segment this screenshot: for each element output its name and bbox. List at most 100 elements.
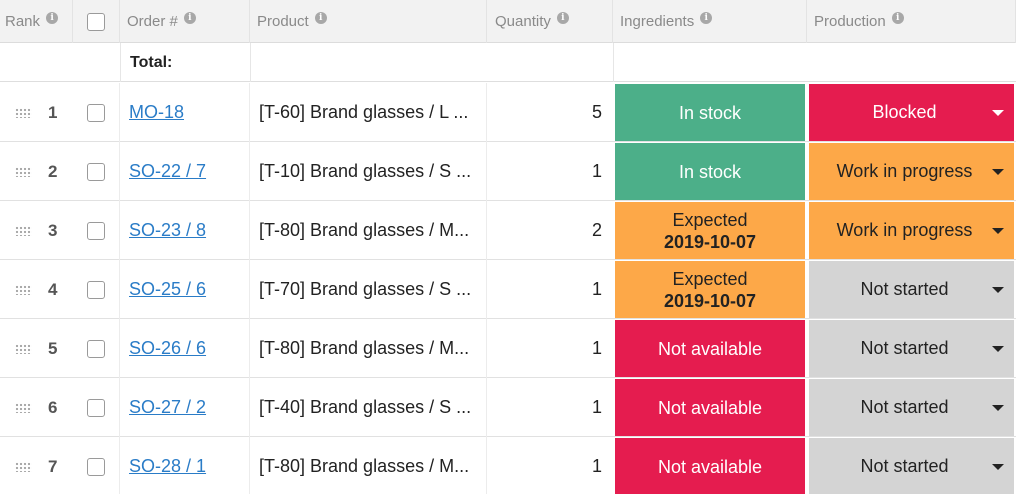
row-checkbox[interactable]: [87, 162, 105, 181]
info-icon[interactable]: i: [556, 11, 569, 24]
ingredients-status-badge[interactable]: Expected 2019-10-07: [615, 261, 805, 318]
drag-handle-icon[interactable]: [15, 284, 32, 295]
info-icon[interactable]: i: [314, 11, 327, 24]
order-link[interactable]: MO-18: [129, 102, 184, 123]
caret-down-icon[interactable]: [992, 228, 1004, 234]
column-header-production[interactable]: Production i: [807, 0, 1016, 43]
column-header-production-label: Production: [814, 13, 886, 30]
info-icon[interactable]: i: [46, 11, 59, 24]
ingredients-status-badge[interactable]: Not available: [615, 320, 805, 377]
rank-cell: 2: [0, 142, 73, 201]
rank-cell: 6: [0, 378, 73, 437]
caret-down-icon[interactable]: [992, 110, 1004, 116]
column-header-ingredients-label: Ingredients: [620, 13, 695, 30]
table-row[interactable]: 6 SO-27 / 2 [T-40] Brand glasses / S ... 1 N…: [0, 378, 1016, 437]
production-status-text: Work in progress: [836, 220, 973, 240]
column-header-ingredients[interactable]: Ingredients i: [613, 0, 807, 43]
caret-down-icon[interactable]: [992, 346, 1004, 352]
production-cell: Blocked: [807, 83, 1016, 142]
quantity-cell: 1: [591, 279, 602, 299]
order-cell: SO-25 / 6: [120, 260, 250, 319]
info-icon[interactable]: i: [183, 11, 196, 24]
ingredients-status-badge[interactable]: In stock: [615, 143, 805, 200]
ingredients-status-text: Not available: [657, 338, 763, 359]
row-select-cell: [73, 83, 120, 142]
production-status-dropdown[interactable]: Work in progress: [809, 202, 1014, 259]
drag-handle-icon[interactable]: [15, 402, 32, 413]
caret-down-icon[interactable]: [992, 464, 1004, 470]
row-checkbox[interactable]: [87, 339, 105, 358]
table-row[interactable]: 5 SO-26 / 6 [T-80] Brand glasses / M... 1 No…: [0, 319, 1016, 378]
rank-cell: 3: [0, 201, 73, 260]
ingredients-status-badge[interactable]: Expected 2019-10-07: [615, 202, 805, 259]
rank-cell: 1: [0, 83, 73, 142]
column-header-rank-label: Rank: [5, 13, 41, 30]
column-header-select[interactable]: [73, 0, 120, 43]
table-row[interactable]: 7 SO-28 / 1 [T-80] Brand glasses / M... 1 No…: [0, 437, 1016, 494]
select-all-checkbox[interactable]: [87, 12, 105, 31]
ingredients-expected-date: 2019-10-07: [663, 290, 757, 311]
table-row[interactable]: 2 SO-22 / 7 [T-10] Brand glasses / S ... 1 I…: [0, 142, 1016, 201]
production-status-dropdown[interactable]: Not started: [809, 320, 1014, 377]
drag-handle-icon[interactable]: [15, 461, 32, 472]
column-header-rank[interactable]: Rank i: [0, 0, 73, 43]
rank-number: 1: [48, 102, 58, 122]
drag-handle-icon[interactable]: [15, 107, 32, 118]
row-checkbox[interactable]: [87, 457, 105, 476]
order-cell: SO-22 / 7: [120, 142, 250, 201]
order-link[interactable]: SO-26 / 6: [129, 338, 206, 359]
product-cell: [T-80] Brand glasses / M...: [250, 201, 487, 260]
order-link[interactable]: SO-22 / 7: [129, 161, 206, 182]
row-checkbox[interactable]: [87, 398, 105, 417]
info-icon[interactable]: i: [700, 11, 713, 24]
production-status-text: Not started: [860, 279, 949, 299]
row-select-cell: [73, 260, 120, 319]
production-status-dropdown[interactable]: Blocked: [809, 84, 1014, 141]
row-select-cell: [73, 437, 120, 494]
drag-handle-icon[interactable]: [15, 343, 32, 354]
column-header-quantity[interactable]: Quantity i: [487, 0, 613, 43]
order-link[interactable]: SO-25 / 6: [129, 279, 206, 300]
table-row[interactable]: 4 SO-25 / 6 [T-70] Brand glasses / S ... 1 E…: [0, 260, 1016, 319]
caret-down-icon[interactable]: [992, 169, 1004, 175]
rank-number: 6: [48, 397, 58, 417]
ingredients-cell: Expected 2019-10-07: [613, 260, 807, 319]
ingredients-cell: Not available: [613, 319, 807, 378]
table-row[interactable]: 3 SO-23 / 8 [T-80] Brand glasses / M... 2 Ex…: [0, 201, 1016, 260]
row-checkbox[interactable]: [87, 280, 105, 299]
rank-number: 2: [48, 161, 58, 181]
row-checkbox[interactable]: [87, 221, 105, 240]
table-row[interactable]: 1 MO-18 [T-60] Brand glasses / L ... 5 In st…: [0, 83, 1016, 142]
column-header-product[interactable]: Product i: [250, 0, 487, 43]
ingredients-status-text: Expected: [672, 209, 748, 230]
row-checkbox[interactable]: [87, 103, 105, 122]
drag-handle-icon[interactable]: [15, 225, 32, 236]
production-status-dropdown[interactable]: Not started: [809, 379, 1014, 436]
info-icon[interactable]: i: [891, 11, 904, 24]
production-status-text: Work in progress: [836, 161, 973, 181]
order-link[interactable]: SO-23 / 8: [129, 220, 206, 241]
quantity-cell: 1: [591, 161, 602, 181]
order-link[interactable]: SO-27 / 2: [129, 397, 206, 418]
ingredients-status-badge[interactable]: In stock: [615, 84, 805, 141]
caret-down-icon[interactable]: [992, 405, 1004, 411]
column-header-quantity-label: Quantity: [495, 13, 551, 30]
drag-handle-icon[interactable]: [15, 166, 32, 177]
production-status-dropdown[interactable]: Not started: [809, 438, 1014, 494]
product-cell: [T-70] Brand glasses / S ...: [250, 260, 487, 319]
row-select-cell: [73, 319, 120, 378]
row-select-cell: [73, 142, 120, 201]
production-cell: Not started: [807, 378, 1016, 437]
product-cell: [T-10] Brand glasses / S ...: [250, 142, 487, 201]
quantity-cell: 2: [591, 220, 602, 240]
product-cell: [T-80] Brand glasses / M...: [250, 437, 487, 494]
caret-down-icon[interactable]: [992, 287, 1004, 293]
column-header-order[interactable]: Order # i: [120, 0, 250, 43]
production-status-dropdown[interactable]: Not started: [809, 261, 1014, 318]
total-ingredients-cell: [613, 43, 807, 82]
ingredients-status-badge[interactable]: Not available: [615, 379, 805, 436]
order-link[interactable]: SO-28 / 1: [129, 456, 206, 477]
ingredients-status-badge[interactable]: Not available: [615, 438, 805, 494]
production-status-dropdown[interactable]: Work in progress: [809, 143, 1014, 200]
total-product-cell: [250, 43, 487, 82]
